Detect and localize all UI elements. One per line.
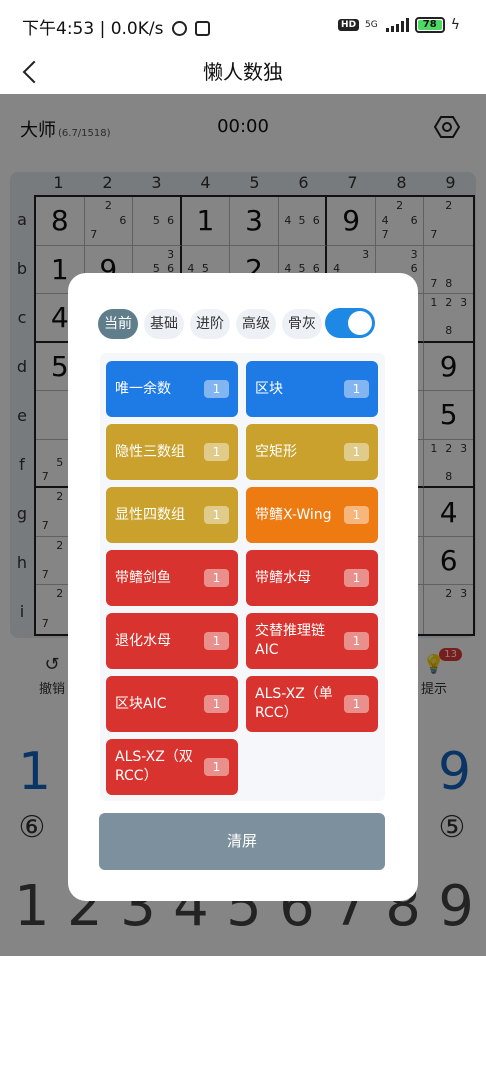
technique-count: 1 [344, 380, 369, 398]
technique-button[interactable]: 交替推理链AIC 1 [246, 613, 378, 669]
status-right: HD 5G 78 ϟ [338, 16, 460, 34]
technique-count: 1 [204, 506, 229, 524]
battery-level: 78 [417, 20, 442, 30]
bottom-area [0, 956, 486, 1080]
technique-count: 1 [204, 569, 229, 587]
tab-1[interactable]: 基础 [144, 309, 184, 339]
technique-button[interactable]: 退化水母 1 [106, 613, 238, 669]
tab-0[interactable]: 当前 [98, 309, 138, 339]
status-bar: 下午4:53 | 0.0K/s HD 5G 78 ϟ [0, 0, 486, 50]
tab-4[interactable]: 骨灰 [282, 309, 322, 339]
tab-2[interactable]: 进阶 [190, 309, 230, 339]
technique-label: 区块AIC [115, 695, 167, 712]
technique-label: 区块 [255, 380, 283, 397]
charging-icon: ϟ [450, 17, 460, 33]
technique-count: 1 [204, 632, 229, 650]
technique-tabs: 当前 基础 进阶 高级 骨灰 [98, 309, 322, 339]
technique-label: 退化水母 [115, 632, 171, 649]
technique-toggle[interactable] [325, 308, 375, 338]
technique-button[interactable]: 区块AIC 1 [106, 676, 238, 732]
technique-button[interactable]: 带鳍X-Wing 1 [246, 487, 378, 543]
technique-label: 显性四数组 [115, 506, 185, 523]
technique-button[interactable]: 隐性三数组 1 [106, 424, 238, 480]
technique-button[interactable]: ALS-XZ（双RCC） 1 [106, 739, 238, 795]
technique-label: 空矩形 [255, 443, 297, 460]
technique-dialog: 当前 基础 进阶 高级 骨灰 唯一余数 1 区块 1 隐性三数组 1 空矩形 1 显性四数组 1 带鳍X-W… [68, 273, 418, 901]
technique-button[interactable]: ALS-XZ（单RCC） 1 [246, 676, 378, 732]
technique-button[interactable]: 空矩形 1 [246, 424, 378, 480]
technique-count: 1 [344, 632, 369, 650]
hd-icon: HD [338, 19, 360, 31]
signal-icon [385, 18, 409, 32]
nfc-icon [195, 21, 211, 36]
page-title: 懒人数独 [203, 60, 283, 84]
technique-label: 带鳍水母 [255, 569, 311, 586]
technique-count: 1 [204, 758, 229, 776]
technique-count: 1 [204, 443, 229, 461]
technique-label: 带鳍X-Wing [255, 506, 332, 523]
technique-button[interactable]: 区块 1 [246, 361, 378, 417]
technique-count: 1 [344, 695, 369, 713]
status-time: 下午4:53 | 0.0K/s [22, 19, 164, 39]
technique-label: ALS-XZ（双RCC） [115, 749, 193, 784]
technique-label: 隐性三数组 [115, 443, 185, 460]
alarm-icon [171, 21, 187, 36]
clear-button[interactable]: 清屏 [99, 813, 385, 870]
technique-count: 1 [344, 569, 369, 587]
app-header: 懒人数独 [0, 50, 486, 94]
technique-button[interactable]: 带鳍剑鱼 1 [106, 550, 238, 606]
technique-label: 带鳍剑鱼 [115, 569, 171, 586]
technique-count: 1 [344, 506, 369, 524]
technique-button[interactable]: 显性四数组 1 [106, 487, 238, 543]
technique-button[interactable]: 唯一余数 1 [106, 361, 238, 417]
technique-label: ALS-XZ（单RCC） [255, 686, 333, 721]
technique-list: 唯一余数 1 区块 1 隐性三数组 1 空矩形 1 显性四数组 1 带鳍X-Wing 1 带鳍剑鱼 1 带鳍… [100, 353, 385, 801]
technique-count: 1 [344, 443, 369, 461]
toggle-knob [348, 311, 372, 335]
technique-count: 1 [204, 695, 229, 713]
technique-label: 交替推理链AIC [255, 623, 325, 658]
technique-button[interactable]: 带鳍水母 1 [246, 550, 378, 606]
technique-count: 1 [204, 380, 229, 398]
battery-icon: 78 [414, 17, 445, 33]
technique-label: 唯一余数 [115, 380, 171, 397]
tab-3[interactable]: 高级 [236, 309, 276, 339]
status-left: 下午4:53 | 0.0K/s [22, 14, 211, 39]
network-type: 5G [365, 20, 378, 30]
